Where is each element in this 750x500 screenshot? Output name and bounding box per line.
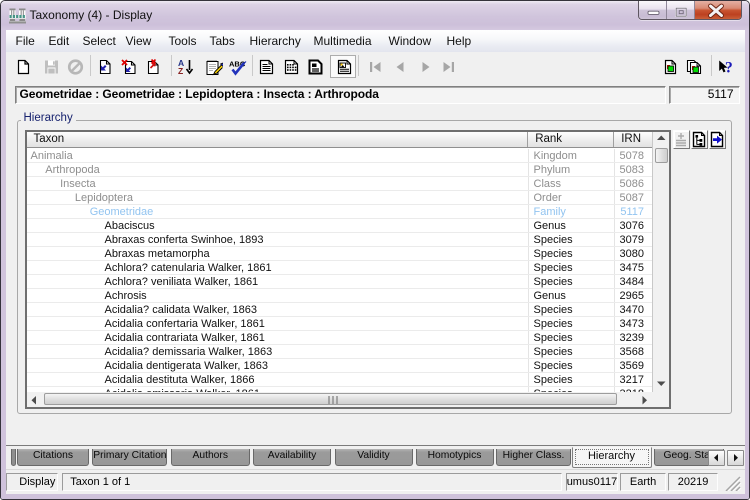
svg-text:Z: Z [178, 66, 183, 75]
svg-text:?: ? [725, 60, 733, 77]
